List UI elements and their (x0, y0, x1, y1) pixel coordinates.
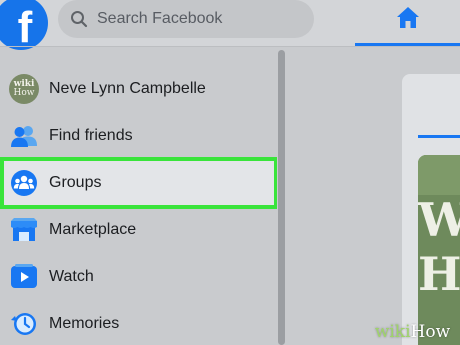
story-image-background (418, 155, 460, 195)
sidebar-item-label: Watch (49, 268, 94, 285)
memories-icon (9, 309, 39, 339)
watermark-wiki-text: wiki (374, 321, 411, 342)
left-sidebar: wiki How Neve Lynn Campbelle Find friends (0, 47, 278, 345)
sidebar-item-find-friends[interactable]: Find friends (4, 114, 274, 158)
top-navigation-bar: f (0, 0, 460, 50)
sidebar-item-label: Neve Lynn Campbelle (49, 80, 206, 97)
sidebar-item-label: Marketplace (49, 221, 137, 238)
sidebar-scrollbar-thumb[interactable] (278, 50, 285, 345)
search-bar[interactable] (58, 0, 314, 38)
watermark-how-text: How (410, 321, 451, 342)
sidebar-item-label: Find friends (49, 127, 133, 144)
friends-icon (9, 121, 39, 151)
marketplace-icon (9, 215, 39, 245)
story-image-letter: H (418, 247, 460, 301)
sidebar-item-groups[interactable]: Groups (0, 157, 278, 209)
search-input[interactable] (97, 10, 297, 28)
profile-avatar-image: wiki How (9, 74, 39, 104)
story-thumbnail[interactable]: W H (418, 155, 460, 345)
facebook-logo-icon[interactable]: f (0, 0, 48, 50)
sidebar-item-label: Memories (49, 315, 120, 332)
groups-icon (9, 168, 39, 198)
story-image-letter: W (418, 193, 460, 247)
sidebar-item-memories[interactable]: Memories (4, 302, 274, 345)
facebook-logo-letter: f (17, 3, 33, 52)
wikihow-watermark: wiki How (365, 318, 460, 345)
stories-tab-active-indicator (418, 135, 460, 138)
tab-home[interactable] (355, 0, 460, 47)
sidebar-item-label: Groups (49, 174, 102, 191)
sidebar-item-profile[interactable]: wiki How Neve Lynn Campbelle (4, 67, 274, 111)
sidebar-item-watch[interactable]: Watch (4, 255, 274, 299)
home-icon (397, 7, 419, 28)
search-icon (71, 11, 88, 28)
avatar: wiki How (9, 74, 39, 104)
watch-icon (9, 262, 39, 292)
sidebar-item-marketplace[interactable]: Marketplace (4, 208, 274, 252)
